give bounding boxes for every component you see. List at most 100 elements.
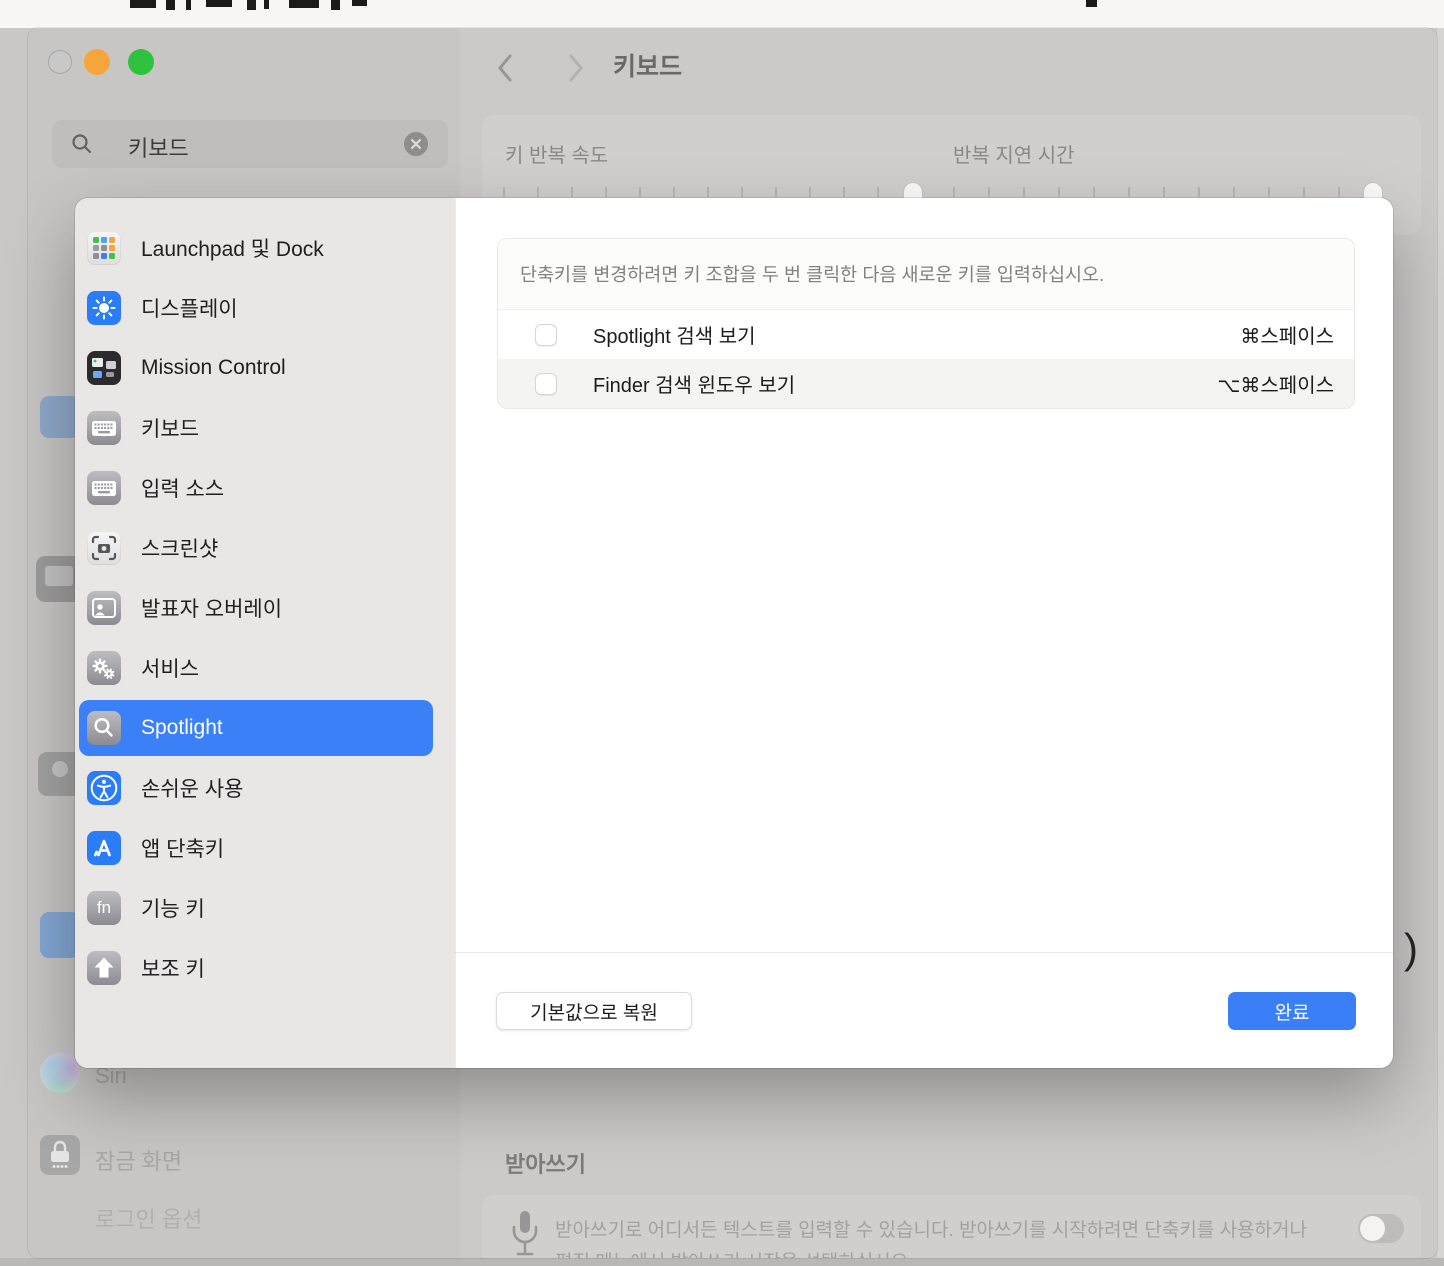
slider-tick — [1128, 187, 1130, 197]
sidebar-item-label: 스크린샷 — [141, 533, 218, 563]
sidebar-item-label: 손쉬운 사용 — [141, 773, 243, 803]
sidebar-item-screenshot[interactable]: 스크린샷 — [79, 520, 433, 576]
sidebar-item-label: 발표자 오버레이 — [141, 593, 282, 623]
microphone-icon — [510, 1209, 540, 1258]
background-sidebar-icon — [40, 912, 80, 958]
sidebar-item-label: Mission Control — [141, 356, 286, 380]
slider-tick — [1058, 187, 1060, 197]
zoom-button[interactable] — [128, 49, 154, 75]
forward-chevron-icon[interactable] — [558, 46, 594, 90]
desktop-text-fragment — [186, 0, 191, 10]
slider-tick — [605, 187, 607, 197]
close-button[interactable] — [48, 50, 72, 74]
sidebar-item-label: 서비스 — [141, 653, 199, 683]
sidebar-item-label: Launchpad 및 Dock — [141, 233, 324, 263]
shortcut-keys[interactable]: ⌥⌘스페이스 — [1217, 369, 1334, 398]
done-button[interactable]: 완료 — [1228, 992, 1356, 1030]
footer-divider — [455, 952, 1393, 953]
lock-screen-icon — [40, 1135, 80, 1175]
desktop-strip — [0, 1258, 1444, 1266]
sidebar-item-displays[interactable]: 디스플레이 — [79, 280, 433, 336]
sidebar-item-label: 입력 소스 — [141, 473, 224, 503]
repeat-delay-slider-thumb[interactable] — [1364, 183, 1382, 199]
slider-tick — [988, 187, 990, 197]
app-shortcuts-icon — [87, 831, 121, 865]
slider-tick — [707, 187, 709, 197]
modifier-keys-icon — [87, 951, 121, 985]
dictation-toggle[interactable] — [1358, 1214, 1404, 1243]
slider-tick — [673, 187, 675, 197]
desktop-strip — [1437, 28, 1444, 1258]
sidebar-item-modifier-keys[interactable]: 보조 키 — [79, 940, 433, 996]
slider-tick — [1338, 187, 1340, 197]
shortcut-checkbox[interactable] — [535, 373, 557, 395]
sidebar-item-label: Spotlight — [141, 716, 223, 740]
shortcut-label: Finder 검색 윈도우 보기 — [593, 369, 795, 398]
slider-tick — [571, 187, 573, 197]
desktop-text-fragment — [130, 0, 156, 8]
fn-glyph: fn — [87, 891, 121, 925]
key-repeat-label: 키 반복 속도 — [505, 139, 608, 168]
repeat-delay-label: 반복 지연 시간 — [953, 139, 1075, 168]
desktop-text-fragment — [264, 0, 269, 9]
sidebar-item-function-keys[interactable]: fn 기능 키 — [79, 880, 433, 936]
slider-tick — [775, 187, 777, 197]
desktop-strip — [0, 0, 1444, 28]
sidebar-item-input-sources[interactable]: 입력 소스 — [79, 460, 433, 516]
sheet-content: 단축키를 변경하려면 키 조합을 두 번 클릭한 다음 새로운 키를 입력하십시… — [455, 198, 1393, 1068]
desktop-text-fragment — [1086, 0, 1097, 7]
sidebar-item-services[interactable]: 서비스 — [79, 640, 433, 696]
shortcut-row[interactable]: Finder 검색 윈도우 보기 ⌥⌘스페이스 — [498, 359, 1354, 408]
siri-icon — [40, 1053, 80, 1093]
slider-tick — [741, 187, 743, 197]
clear-search-icon[interactable] — [404, 132, 428, 156]
restore-defaults-button[interactable]: 기본값으로 복원 — [496, 992, 692, 1030]
slider-tick — [877, 187, 879, 197]
desktop-text-fragment — [247, 0, 256, 10]
sidebar-item-spotlight[interactable]: Spotlight — [79, 700, 433, 756]
back-chevron-icon[interactable] — [487, 46, 523, 90]
sidebar-item-lock-screen[interactable]: 잠금 화면 — [95, 1144, 182, 1176]
sidebar-item-launchpad-dock[interactable]: Launchpad 및 Dock — [79, 220, 433, 276]
sidebar-item-presenter-overlay[interactable]: 발표자 오버레이 — [79, 580, 433, 636]
services-icon — [87, 651, 121, 685]
mission-control-icon — [87, 351, 121, 385]
sidebar-item-label: 보조 키 — [141, 953, 205, 983]
sidebar-item-accessibility[interactable]: 손쉬운 사용 — [79, 760, 433, 816]
slider-tick — [843, 187, 845, 197]
input-sources-icon — [87, 471, 121, 505]
screenshot-icon — [87, 531, 121, 565]
search-icon — [70, 132, 94, 156]
shortcuts-table: 단축키를 변경하려면 키 조합을 두 번 클릭한 다음 새로운 키를 입력하십시… — [497, 238, 1355, 409]
page-title: 키보드 — [613, 47, 682, 83]
slider-tick — [1268, 187, 1270, 197]
shortcuts-instruction: 단축키를 변경하려면 키 조합을 두 번 클릭한 다음 새로운 키를 입력하십시… — [498, 239, 1354, 310]
sheet-divider — [455, 198, 456, 1068]
stray-paren-glyph: ) — [1404, 925, 1418, 973]
desktop-text-fragment — [289, 0, 319, 8]
sidebar-item-keyboard[interactable]: 키보드 — [79, 400, 433, 456]
toggle-knob — [1360, 1216, 1385, 1241]
sidebar-item-label: 기능 키 — [141, 893, 205, 923]
accessibility-icon — [87, 771, 121, 805]
sidebar-item-label: 앱 단축키 — [141, 833, 224, 863]
sidebar-item-mission-control[interactable]: Mission Control — [79, 340, 433, 396]
sidebar-item-app-shortcuts[interactable]: 앱 단축키 — [79, 820, 433, 876]
keyboard-icon — [87, 411, 121, 445]
slider-tick — [537, 187, 539, 197]
slider-tick — [639, 187, 641, 197]
search-value: 키보드 — [128, 131, 189, 163]
shortcut-row[interactable]: Spotlight 검색 보기 ⌘스페이스 — [498, 310, 1354, 359]
sidebar-item-label: 키보드 — [141, 413, 199, 443]
minimize-button[interactable] — [84, 49, 110, 75]
shortcut-checkbox[interactable] — [535, 324, 557, 346]
desktop-text-fragment — [331, 0, 340, 10]
shortcut-keys[interactable]: ⌘스페이스 — [1240, 320, 1334, 349]
slider-tick — [1303, 187, 1305, 197]
key-repeat-slider-thumb[interactable] — [904, 183, 922, 199]
slider-tick — [503, 187, 505, 197]
dictation-card: 받아쓰기로 어디서든 텍스트를 입력할 수 있습니다. 받아쓰기를 시작하려면 … — [482, 1195, 1421, 1258]
sidebar-item-login-options[interactable]: 로그인 옵션 — [95, 1202, 202, 1234]
slider-tick — [1093, 187, 1095, 197]
search-input[interactable]: 키보드 — [52, 120, 448, 168]
